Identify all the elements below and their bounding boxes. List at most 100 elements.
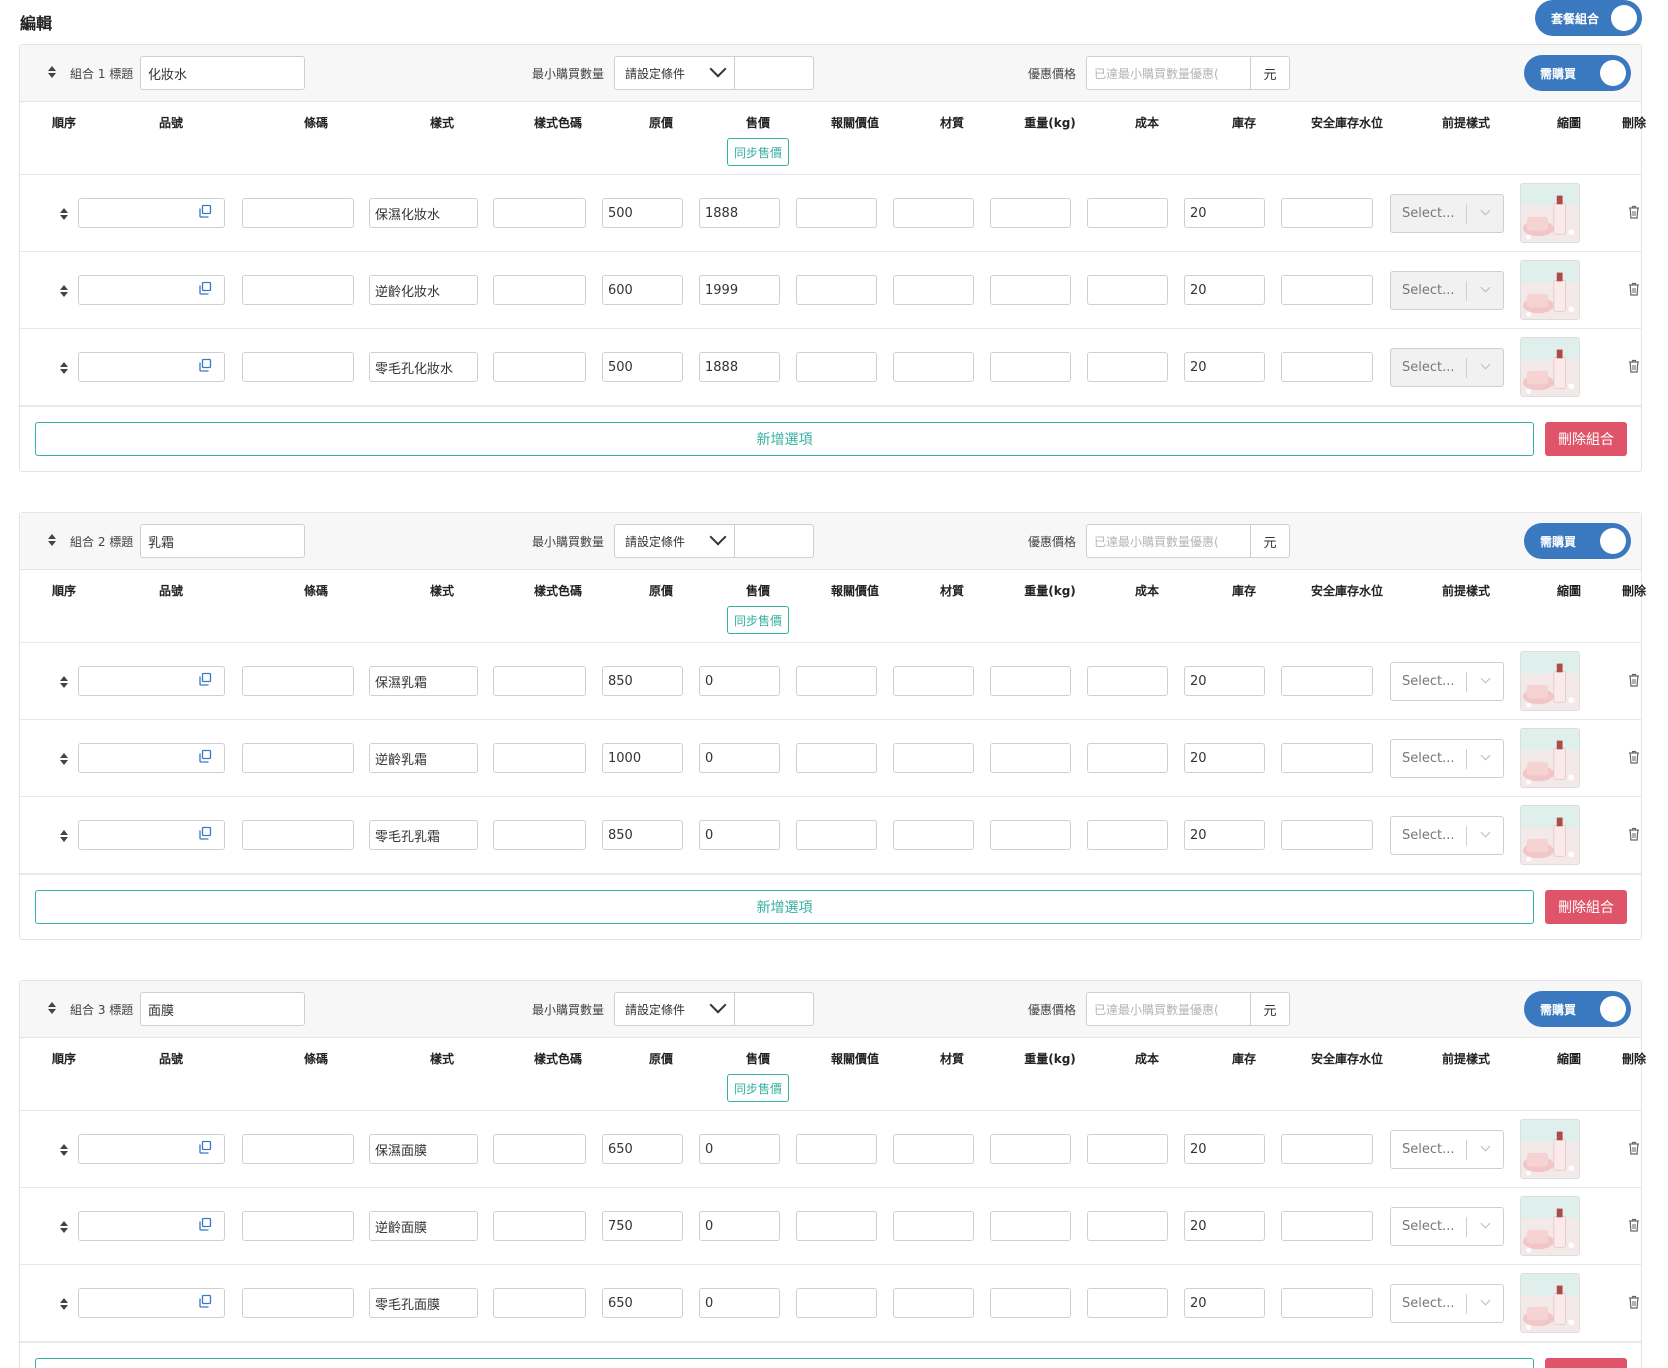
cost-input[interactable] — [1087, 1211, 1168, 1241]
sort-icon[interactable] — [58, 207, 70, 221]
safety-stock-input[interactable] — [1281, 1288, 1373, 1318]
discount-price-input[interactable]: 已達最小購買數量優惠( — [1086, 56, 1251, 90]
barcode-input[interactable] — [242, 1134, 354, 1164]
product-thumbnail[interactable] — [1520, 805, 1580, 865]
sale-price-input[interactable]: 1888 — [699, 198, 780, 228]
product-thumbnail[interactable] — [1520, 1119, 1580, 1179]
original-price-input[interactable]: 850 — [602, 666, 683, 696]
sort-icon[interactable] — [58, 1220, 70, 1234]
weight-input[interactable] — [990, 1211, 1071, 1241]
required-purchase-toggle[interactable]: 需購買 — [1524, 523, 1631, 559]
material-input[interactable] — [893, 743, 974, 773]
customs-value-input[interactable] — [796, 1134, 877, 1164]
sort-icon[interactable] — [58, 829, 70, 843]
required-purchase-toggle[interactable]: 需購買 — [1524, 991, 1631, 1027]
trash-icon[interactable] — [1628, 1295, 1640, 1309]
product-number-input[interactable] — [78, 275, 186, 305]
discount-price-input[interactable]: 已達最小購買數量優惠( — [1086, 992, 1251, 1026]
barcode-input[interactable] — [242, 820, 354, 850]
barcode-input[interactable] — [242, 1211, 354, 1241]
barcode-input[interactable] — [242, 1288, 354, 1318]
min-qty-condition-select[interactable]: 請設定條件 — [614, 992, 735, 1026]
safety-stock-input[interactable] — [1281, 352, 1373, 382]
material-input[interactable] — [893, 1288, 974, 1318]
add-option-button[interactable]: 新增選項 — [35, 890, 1534, 924]
style-input[interactable]: 保濕面膜 — [369, 1134, 478, 1164]
material-input[interactable] — [893, 275, 974, 305]
sale-price-input[interactable]: 0 — [699, 666, 780, 696]
barcode-input[interactable] — [242, 352, 354, 382]
cost-input[interactable] — [1087, 666, 1168, 696]
style-input[interactable]: 保濕化妝水 — [369, 198, 478, 228]
original-price-input[interactable]: 600 — [602, 275, 683, 305]
copy-button[interactable] — [185, 275, 225, 305]
product-number-input[interactable] — [78, 352, 186, 382]
customs-value-input[interactable] — [796, 666, 877, 696]
cost-input[interactable] — [1087, 1134, 1168, 1164]
barcode-input[interactable] — [242, 666, 354, 696]
min-qty-condition-select[interactable]: 請設定條件 — [614, 524, 735, 558]
material-input[interactable] — [893, 1211, 974, 1241]
product-thumbnail[interactable] — [1520, 183, 1580, 243]
product-number-input[interactable] — [78, 666, 186, 696]
sort-icon[interactable] — [58, 284, 70, 298]
stock-input[interactable]: 20 — [1184, 275, 1265, 305]
style-color-code-input[interactable] — [493, 1211, 586, 1241]
style-color-code-input[interactable] — [493, 666, 586, 696]
material-input[interactable] — [893, 352, 974, 382]
sale-price-input[interactable]: 0 — [699, 820, 780, 850]
style-color-code-input[interactable] — [493, 198, 586, 228]
sync-price-button[interactable]: 同步售價 — [727, 606, 789, 634]
cost-input[interactable] — [1087, 352, 1168, 382]
sync-price-button[interactable]: 同步售價 — [727, 138, 789, 166]
style-color-code-input[interactable] — [493, 352, 586, 382]
prerequisite-style-select[interactable]: Select... — [1390, 1207, 1504, 1246]
customs-value-input[interactable] — [796, 743, 877, 773]
prerequisite-style-select[interactable]: Select... — [1390, 739, 1504, 778]
trash-icon[interactable] — [1628, 1218, 1640, 1232]
trash-icon[interactable] — [1628, 673, 1640, 687]
customs-value-input[interactable] — [796, 1211, 877, 1241]
style-input[interactable]: 逆齡化妝水 — [369, 275, 478, 305]
product-thumbnail[interactable] — [1520, 1273, 1580, 1333]
product-number-input[interactable] — [78, 198, 186, 228]
style-color-code-input[interactable] — [493, 1288, 586, 1318]
style-color-code-input[interactable] — [493, 743, 586, 773]
sort-icon[interactable] — [46, 1001, 58, 1015]
discount-price-input[interactable]: 已達最小購買數量優惠( — [1086, 524, 1251, 558]
safety-stock-input[interactable] — [1281, 666, 1373, 696]
combo-title-input[interactable]: 乳霜 — [140, 524, 305, 558]
sort-icon[interactable] — [58, 752, 70, 766]
copy-button[interactable] — [185, 1211, 225, 1241]
copy-button[interactable] — [185, 743, 225, 773]
original-price-input[interactable]: 1000 — [602, 743, 683, 773]
weight-input[interactable] — [990, 198, 1071, 228]
trash-icon[interactable] — [1628, 750, 1640, 764]
sort-icon[interactable] — [58, 1143, 70, 1157]
add-option-button[interactable]: 新增選項 — [35, 422, 1534, 456]
trash-icon[interactable] — [1628, 827, 1640, 841]
sort-icon[interactable] — [58, 361, 70, 375]
copy-button[interactable] — [185, 820, 225, 850]
style-color-code-input[interactable] — [493, 820, 586, 850]
product-thumbnail[interactable] — [1520, 728, 1580, 788]
barcode-input[interactable] — [242, 198, 354, 228]
product-thumbnail[interactable] — [1520, 1196, 1580, 1256]
cost-input[interactable] — [1087, 820, 1168, 850]
original-price-input[interactable]: 850 — [602, 820, 683, 850]
safety-stock-input[interactable] — [1281, 198, 1373, 228]
copy-button[interactable] — [185, 352, 225, 382]
prerequisite-style-select[interactable]: Select... — [1390, 1284, 1504, 1323]
trash-icon[interactable] — [1628, 359, 1640, 373]
stock-input[interactable]: 20 — [1184, 1211, 1265, 1241]
weight-input[interactable] — [990, 352, 1071, 382]
safety-stock-input[interactable] — [1281, 1134, 1373, 1164]
product-thumbnail[interactable] — [1520, 337, 1580, 397]
trash-icon[interactable] — [1628, 1141, 1640, 1155]
sale-price-input[interactable]: 0 — [699, 1134, 780, 1164]
customs-value-input[interactable] — [796, 820, 877, 850]
delete-combo-button[interactable]: 刪除組合 — [1545, 422, 1627, 456]
material-input[interactable] — [893, 1134, 974, 1164]
sale-price-input[interactable]: 0 — [699, 1211, 780, 1241]
material-input[interactable] — [893, 198, 974, 228]
